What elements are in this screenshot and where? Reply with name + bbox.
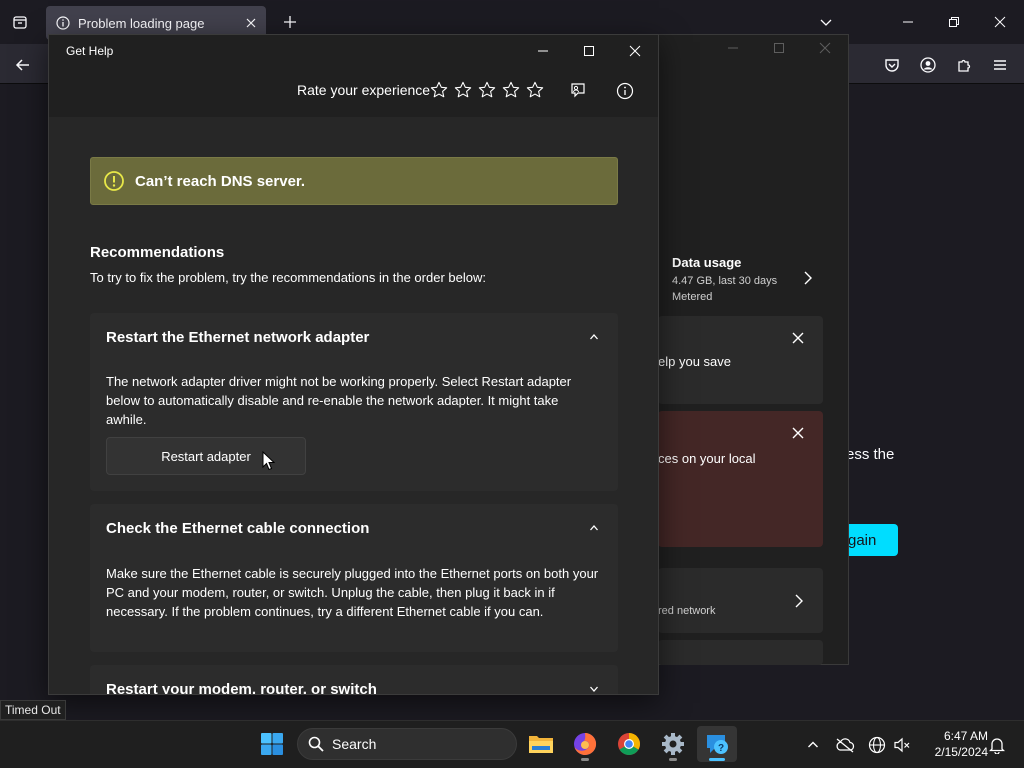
start-button[interactable] xyxy=(252,726,292,762)
minimize-icon[interactable] xyxy=(535,43,551,59)
chevron-right-icon xyxy=(803,271,813,285)
data-usage-row[interactable]: Data usage 4.47 GB, last 30 days Metered xyxy=(660,253,825,309)
search-label: Search xyxy=(332,736,377,752)
taskbar-settings[interactable] xyxy=(653,726,693,762)
settings-row xyxy=(658,640,823,665)
globe-network-icon[interactable] xyxy=(867,735,887,755)
onedrive-offline-icon[interactable] xyxy=(834,735,856,755)
running-indicator xyxy=(581,758,589,761)
recommendation-card: Check the Ethernet cable connection Make… xyxy=(90,504,618,652)
recommendation-title: Restart your modem, router, or switch xyxy=(106,681,377,695)
feedback-icon[interactable] xyxy=(567,80,589,102)
recommendation-card[interactable]: Restart your modem, router, or switch xyxy=(90,665,618,695)
star-icon[interactable] xyxy=(478,81,496,99)
settings-error-card: ces on your local xyxy=(658,411,823,547)
browser-tab-title: Problem loading page xyxy=(78,15,205,31)
settings-hint-text: elp you save xyxy=(658,354,731,369)
gear-icon xyxy=(661,732,685,756)
star-icon[interactable] xyxy=(526,81,544,99)
close-icon[interactable] xyxy=(627,43,643,59)
restart-adapter-button[interactable]: Restart adapter xyxy=(106,437,306,475)
try-again-label: gain xyxy=(848,532,877,549)
volume-muted-icon[interactable] xyxy=(892,735,912,755)
star-icon[interactable] xyxy=(454,81,472,99)
recommendation-title: Check the Ethernet cable connection xyxy=(106,520,370,537)
dns-error-text: Can’t reach DNS server. xyxy=(135,172,306,190)
data-usage-title: Data usage xyxy=(672,255,742,270)
hamburger-menu-icon[interactable] xyxy=(989,54,1011,76)
maximize-icon[interactable] xyxy=(581,43,597,59)
notification-bell-icon[interactable] xyxy=(987,734,1007,756)
new-tab-icon[interactable] xyxy=(280,12,300,32)
star-icon[interactable] xyxy=(430,81,448,99)
window-title: Get Help xyxy=(66,44,114,58)
pocket-icon[interactable] xyxy=(881,54,903,76)
running-indicator xyxy=(669,758,677,761)
search-icon xyxy=(308,736,324,752)
firefox-icon xyxy=(572,731,598,757)
settings-hint-card: elp you save xyxy=(658,316,823,404)
get-help-icon: ? xyxy=(704,731,730,757)
page-text-fragment: ess the xyxy=(846,446,895,463)
recommendation-body: The network adapter driver might not be … xyxy=(106,374,572,427)
folder-icon xyxy=(528,733,554,755)
extensions-icon[interactable] xyxy=(953,54,975,76)
settings-minimize-icon[interactable] xyxy=(725,40,741,56)
windows-logo-icon xyxy=(260,732,284,756)
account-icon[interactable] xyxy=(917,54,939,76)
chrome-icon xyxy=(616,731,642,757)
star-icon[interactable] xyxy=(502,81,520,99)
browser-restore-icon[interactable] xyxy=(944,12,964,32)
clock-time: 6:47 AM xyxy=(943,729,988,743)
get-help-window: Get Help Rate your experience Can’t reac… xyxy=(48,34,659,695)
recommendation-body: Make sure the Ethernet cable is securely… xyxy=(106,566,599,619)
taskbar-get-help[interactable]: ? xyxy=(697,726,737,762)
dismiss-close-icon[interactable] xyxy=(790,330,806,346)
tab-close-icon[interactable] xyxy=(246,18,256,28)
settings-wired-row[interactable]: red network xyxy=(658,568,823,633)
dns-error-banner: Can’t reach DNS server. xyxy=(90,157,618,205)
mouse-cursor-icon xyxy=(262,451,276,471)
info-icon xyxy=(56,16,70,30)
data-usage-amount: 4.47 GB, last 30 days xyxy=(672,275,778,287)
taskbar-firefox[interactable] xyxy=(565,726,605,762)
tray-clock[interactable]: 6:47 AM 2/15/2024 xyxy=(918,728,988,760)
browser-minimize-icon[interactable] xyxy=(898,12,918,32)
active-indicator xyxy=(709,758,725,761)
settings-error-text: ces on your local xyxy=(658,451,756,466)
svg-text:?: ? xyxy=(718,743,724,754)
chevron-up-icon[interactable] xyxy=(586,329,602,345)
rate-experience-label: Rate your experience xyxy=(297,82,431,98)
recommendations-intro: To try to fix the problem, try the recom… xyxy=(90,270,486,285)
settings-wired-text: red network xyxy=(658,605,716,617)
taskbar-chrome[interactable] xyxy=(609,726,649,762)
back-arrow-icon[interactable] xyxy=(12,54,34,76)
clock-date: 2/15/2024 xyxy=(934,745,988,759)
taskbar-file-explorer[interactable] xyxy=(521,726,561,762)
taskbar-search[interactable]: Search xyxy=(297,728,517,760)
data-usage-type: Metered xyxy=(672,291,713,303)
warning-icon xyxy=(103,170,125,192)
tab-list-icon[interactable] xyxy=(10,12,30,32)
dismiss-close-icon[interactable] xyxy=(790,425,806,441)
recommendations-heading: Recommendations xyxy=(90,244,225,261)
browser-close-icon[interactable] xyxy=(990,12,1010,32)
show-hidden-icons-chevron-up-icon[interactable] xyxy=(804,736,822,754)
chevron-down-icon[interactable] xyxy=(586,681,602,694)
info-icon[interactable] xyxy=(614,80,636,102)
chevron-down-icon[interactable] xyxy=(816,12,836,32)
chevron-right-icon xyxy=(794,594,804,608)
rating-stars xyxy=(430,81,544,99)
browser-status-text: Timed Out xyxy=(0,700,66,720)
get-help-titlebar: Get Help xyxy=(49,35,658,67)
recommendation-title: Restart the Ethernet network adapter xyxy=(106,329,370,346)
settings-close-icon[interactable] xyxy=(817,40,833,56)
chevron-up-icon[interactable] xyxy=(586,520,602,536)
settings-maximize-icon[interactable] xyxy=(771,40,787,56)
